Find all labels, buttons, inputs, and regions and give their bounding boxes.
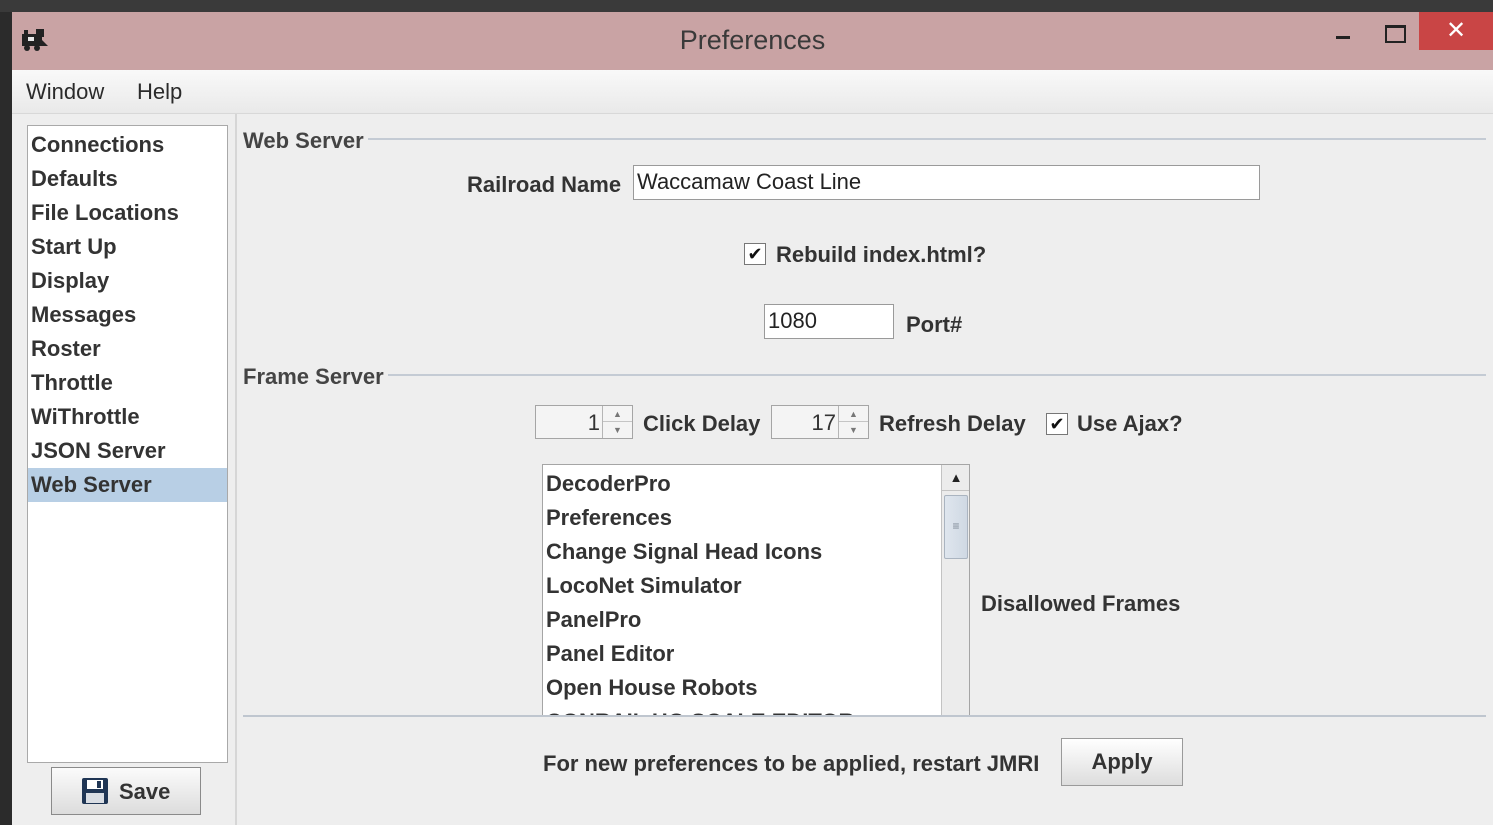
list-item[interactable]: DecoderPro [546, 467, 671, 501]
click-delay-value: 1 [587, 410, 600, 435]
apply-button[interactable]: Apply [1061, 738, 1183, 786]
menu-bar: Window Help [12, 70, 1493, 114]
list-item[interactable]: PanelPro [546, 603, 641, 637]
sidebar-item-roster[interactable]: Roster [28, 332, 227, 366]
disallowed-frames-label: Disallowed Frames [981, 591, 1181, 616]
web-server-section-title: Web Server [243, 128, 368, 154]
railroad-name-input[interactable]: Waccamaw Coast Line [633, 165, 1260, 200]
title-bar[interactable]: Preferences ✕ [12, 12, 1493, 70]
refresh-delay-arrows: ▲ ▼ [838, 406, 868, 438]
spinner-up-arrow-icon[interactable]: ▲ [839, 406, 868, 422]
use-ajax-label: Use Ajax? [1077, 411, 1183, 436]
restart-note: For new preferences to be applied, resta… [543, 751, 1040, 776]
sidebar-item-withrottle[interactable]: WiThrottle [28, 400, 227, 434]
railroad-name-label: Railroad Name [467, 172, 622, 197]
menu-window[interactable]: Window [26, 79, 104, 105]
frame-server-section-border [243, 374, 1486, 376]
list-item[interactable]: LocoNet Simulator [546, 569, 742, 603]
sidebar-item-web-server[interactable]: Web Server [28, 468, 227, 502]
sidebar-item-display[interactable]: Display [28, 264, 227, 298]
scrollbar-thumb[interactable]: ≡ [944, 495, 968, 559]
spinner-up-arrow-icon[interactable]: ▲ [603, 406, 632, 422]
sidebar-item-connections[interactable]: Connections [28, 128, 227, 162]
split-pane-divider[interactable] [235, 114, 237, 825]
minimize-button[interactable] [1318, 12, 1368, 50]
list-item[interactable]: Change Signal Head Icons [546, 535, 822, 569]
footer-separator [243, 715, 1486, 717]
sidebar-item-messages[interactable]: Messages [28, 298, 227, 332]
use-ajax-checkbox[interactable]: ✔ [1046, 413, 1068, 435]
refresh-delay-spinner[interactable]: 17 ▲ ▼ [771, 405, 869, 439]
click-delay-label: Click Delay [643, 411, 761, 436]
web-server-section-border [243, 138, 1486, 140]
frames-list-scrollbar[interactable]: ▲ ≡ [941, 465, 969, 715]
window-title: Preferences [679, 25, 826, 55]
save-button[interactable]: Save [51, 767, 201, 815]
port-label: Port# [906, 312, 963, 337]
desktop-background-strip [0, 0, 1493, 12]
click-delay-arrows: ▲ ▼ [602, 406, 632, 438]
preferences-category-list[interactable]: Connections Defaults File Locations Star… [27, 125, 228, 763]
list-item[interactable]: Open House Robots [546, 671, 757, 705]
close-button[interactable]: ✕ [1419, 12, 1493, 50]
spinner-down-arrow-icon[interactable]: ▼ [603, 422, 632, 438]
refresh-delay-value: 17 [811, 410, 836, 435]
floppy-disk-icon [82, 778, 108, 804]
rebuild-index-label: Rebuild index.html? [776, 242, 987, 267]
port-input[interactable]: 1080 [764, 304, 894, 339]
scroll-up-arrow-icon[interactable]: ▲ [942, 465, 969, 491]
sidebar-item-file-locations[interactable]: File Locations [28, 196, 227, 230]
list-item[interactable]: Panel Editor [546, 637, 674, 671]
refresh-delay-label: Refresh Delay [879, 411, 1026, 436]
spinner-down-arrow-icon[interactable]: ▼ [839, 422, 868, 438]
sidebar-item-json-server[interactable]: JSON Server [28, 434, 227, 468]
save-button-label: Save [119, 779, 171, 804]
disallowed-frames-list[interactable]: DecoderPro Preferences Change Signal Hea… [542, 464, 970, 716]
sidebar-item-start-up[interactable]: Start Up [28, 230, 227, 264]
preferences-window: Preferences ✕ Window Help Connections De… [12, 12, 1493, 825]
frame-server-section-title: Frame Server [243, 364, 388, 390]
sidebar-item-throttle[interactable]: Throttle [28, 366, 227, 400]
sidebar-item-defaults[interactable]: Defaults [28, 162, 227, 196]
click-delay-spinner[interactable]: 1 ▲ ▼ [535, 405, 633, 439]
rebuild-index-checkbox[interactable]: ✔ [744, 243, 766, 265]
list-item[interactable]: Preferences [546, 501, 672, 535]
maximize-button[interactable] [1368, 12, 1418, 50]
menu-help[interactable]: Help [137, 79, 182, 105]
